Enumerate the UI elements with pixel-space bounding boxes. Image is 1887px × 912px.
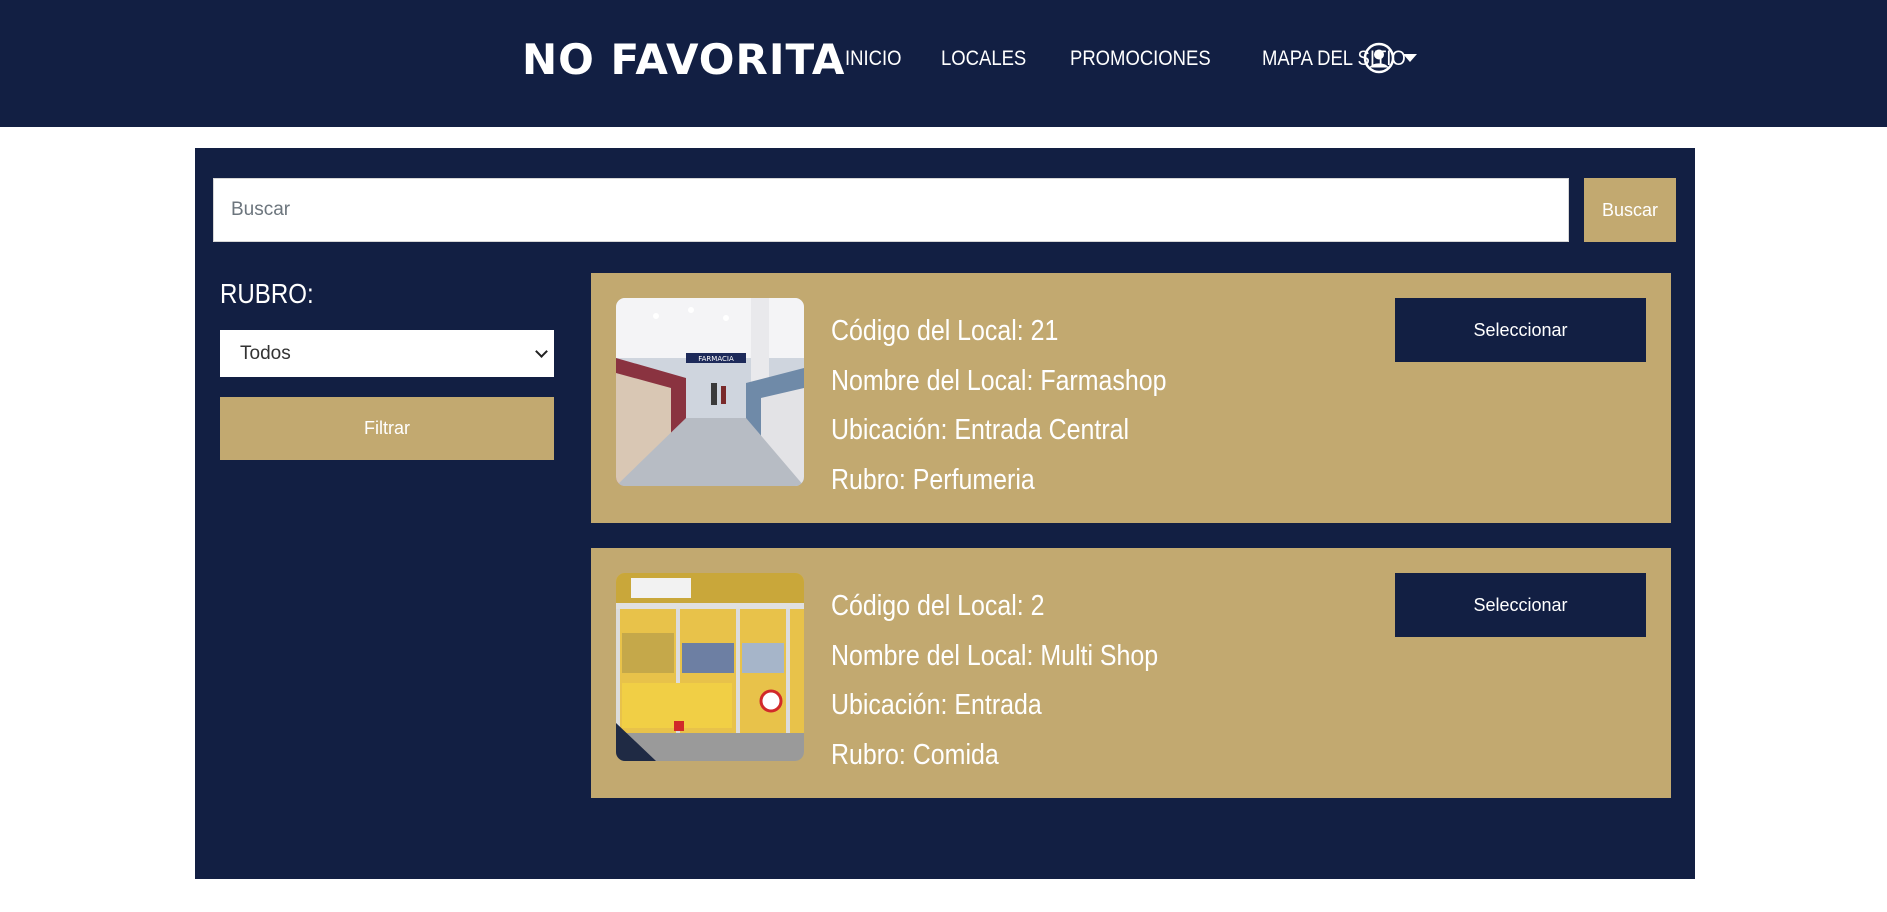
filter-button[interactable]: Filtrar [220,397,554,460]
nav-link-promociones[interactable]: PROMOCIONES [1070,46,1211,72]
store-category-value: Perfumeria [912,463,1035,496]
store-name-label: Nombre del Local: [831,639,1041,672]
store-card: FARMACIA Código del Local: 21 Nombre del… [591,273,1671,523]
select-store-button[interactable]: Seleccionar [1395,573,1646,637]
user-menu-toggle[interactable] [1363,42,1417,74]
store-location: Ubicación: Entrada Central [831,406,1166,456]
category-select-value: Todos [240,342,291,364]
brand-logo[interactable]: NO FAVORITA [522,38,845,82]
store-category-value: Comida [912,738,999,771]
store-category-label: Rubro: [831,463,913,496]
store-code: Código del Local: 21 [831,307,1166,357]
photo-sign-text: FARMACIA [698,355,734,363]
store-name: Nombre del Local: Farmashop [831,357,1166,407]
nav-link-locales[interactable]: LOCALES [941,46,1026,72]
nav-link-inicio[interactable]: INICIO [845,46,901,72]
caret-down-icon [1403,54,1417,62]
search-button[interactable]: Buscar [1584,178,1676,242]
store-code-value: 21 [1030,315,1059,347]
store-location: Ubicación: Entrada [831,681,1158,731]
store-code-label: Código del Local: [831,590,1031,622]
search-input[interactable] [213,178,1569,242]
store-name: Nombre del Local: Multi Shop [831,632,1158,682]
store-code: Código del Local: 2 [831,582,1158,632]
store-name-value: Farmashop [1040,364,1167,397]
top-navbar: NO FAVORITA INICIO LOCALES PROMOCIONES M… [0,0,1887,127]
select-store-button[interactable]: Seleccionar [1395,298,1646,362]
store-category: Rubro: Perfumeria [831,456,1166,506]
store-location-label: Ubicación: [831,689,955,721]
store-info: Código del Local: 21 Nombre del Local: F… [831,307,1221,505]
store-location-value: Entrada Central [954,414,1130,446]
stores-panel: Buscar RUBRO: Todos Filtrar FARMACIA [195,148,1695,879]
chevron-down-icon [535,345,548,358]
store-photo [616,573,804,761]
store-code-value: 2 [1030,590,1045,622]
store-location-value: Entrada [954,689,1042,721]
store-category: Rubro: Comida [831,731,1158,781]
store-code-label: Código del Local: [831,315,1031,347]
store-name-value: Multi Shop [1040,639,1159,672]
store-location-label: Ubicación: [831,414,955,446]
category-select[interactable]: Todos [220,330,554,377]
store-category-label: Rubro: [831,738,913,771]
filter-label: RUBRO: [220,278,314,309]
user-circle-icon [1363,42,1395,74]
store-card: Código del Local: 2 Nombre del Local: Mu… [591,548,1671,798]
store-photo: FARMACIA [616,298,804,486]
store-name-label: Nombre del Local: [831,364,1041,397]
store-info: Código del Local: 2 Nombre del Local: Mu… [831,582,1211,780]
